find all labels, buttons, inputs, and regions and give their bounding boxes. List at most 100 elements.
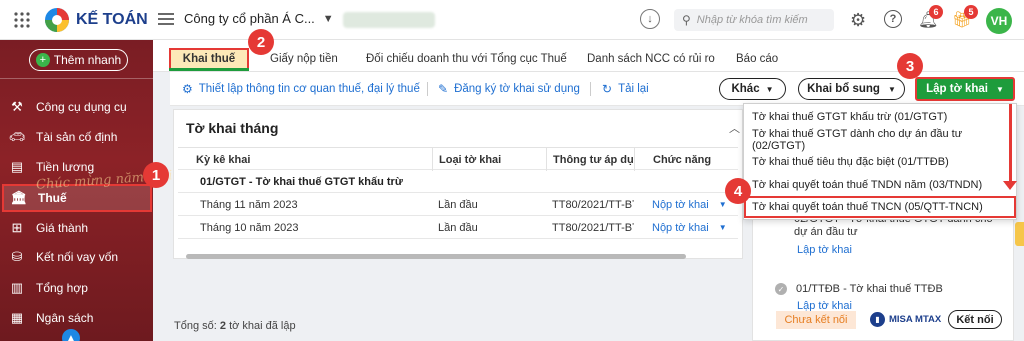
- mtax-logo: ▮ MISA MTAX: [870, 312, 941, 327]
- status-badge: Chưa kết nối: [776, 311, 856, 329]
- misa-logo-icon: [44, 7, 70, 33]
- add-quick-button[interactable]: + Thêm nhanh: [29, 49, 128, 71]
- sidebar-item-tools[interactable]: ⚒ Công cụ dụng cụ: [8, 94, 150, 120]
- app-name: KẾ TOÁN: [76, 11, 148, 28]
- search-box[interactable]: ⚲ Nhập từ khóa tìm kiếm: [674, 9, 834, 31]
- tab-risk-suppliers[interactable]: Danh sách NCC có rủi ro: [587, 48, 715, 70]
- tab-label: Báo cáo: [736, 53, 779, 65]
- sidebar-item-budget[interactable]: ▦ Ngân sách: [8, 305, 150, 331]
- table-row[interactable]: Tháng 10 năm 2023 Lần đầu TT80/2021/TT-B…: [178, 216, 738, 239]
- reload-label: Tải lại: [618, 83, 649, 95]
- row-circular: TT80/2021/TT-BTC: [552, 198, 634, 211]
- tab-active-underline: [169, 68, 249, 71]
- total-suffix: tờ khai đã lập: [229, 320, 296, 332]
- dropdown-item-05-qtt-tncn[interactable]: Tờ khai quyết toán thuế TNCN (05/QTT-TNC…: [744, 196, 1016, 218]
- right-item-2-title: 01/TTĐB - Tờ khai thuế TTĐB: [796, 283, 943, 295]
- side-collapse-handle[interactable]: [1015, 222, 1024, 246]
- check-icon: ✓: [775, 283, 787, 295]
- dropdown-item-01-gtgt[interactable]: Tờ khai thuế GTGT khấu trừ (01/GTGT): [746, 106, 1014, 128]
- submit-declaration-link[interactable]: Nộp tờ khai ▼: [652, 216, 727, 239]
- other-button[interactable]: Khác ▼: [719, 78, 786, 100]
- column-header-period: Kỳ kê khai: [196, 153, 251, 166]
- supplement-button[interactable]: Khai bổ sung ▼: [798, 78, 905, 100]
- scroll-up-icon[interactable]: ▲: [62, 329, 80, 341]
- caret-down-icon: ▼: [995, 84, 1004, 94]
- edit-icon: ✎: [438, 82, 449, 96]
- total-summary: Tổng số: 2 tờ khai đã lập: [174, 320, 296, 332]
- caret-down-icon: ▼: [887, 84, 896, 94]
- panel-title: Tờ khai tháng: [186, 120, 279, 136]
- row-period: Tháng 11 năm 2023: [200, 198, 298, 211]
- dropdown-item-02-gtgt[interactable]: Tờ khai thuế GTGT dành cho dự án đầu tư …: [746, 128, 1014, 152]
- payroll-icon: ▤: [10, 159, 24, 174]
- caret-down-icon: ▼: [765, 84, 774, 94]
- column-header-type: Loại tờ khai: [432, 148, 501, 171]
- submit-declaration-link[interactable]: Nộp tờ khai ▼: [652, 193, 727, 216]
- car-icon: 🚗︎: [8, 129, 26, 144]
- caret-down-icon: ▼: [718, 223, 727, 232]
- sidebar-item-summary[interactable]: ▥ Tổng hợp: [8, 275, 150, 301]
- create-declaration-button[interactable]: Lập tờ khai ▼: [915, 77, 1015, 101]
- dropdown-item-01-ttdb[interactable]: Tờ khai thuế tiêu thụ đặc biệt (01/TTĐB): [746, 151, 1014, 173]
- tab-reports[interactable]: Báo cáo: [736, 48, 778, 70]
- right-item-1-link[interactable]: Lập tờ khai: [797, 244, 852, 256]
- row-period: Tháng 10 năm 2023: [200, 221, 299, 234]
- register-declaration-link[interactable]: ✎ Đăng ký tờ khai sử dụng: [438, 82, 580, 96]
- help-icon[interactable]: ?: [884, 10, 902, 28]
- total-count: 2: [219, 320, 226, 332]
- tools-icon: ⚒: [11, 99, 23, 114]
- row-type: Lần đầu: [438, 198, 478, 211]
- sidebar-item-label: Kết nối vay vốn: [36, 250, 119, 264]
- gift-count: 5: [964, 5, 978, 19]
- notification-count: 6: [929, 5, 943, 19]
- refresh-icon: ↻: [602, 82, 613, 96]
- row-type: Lần đầu: [438, 221, 478, 234]
- step-marker-1: 1: [143, 162, 169, 188]
- column-header-actions: Chức năng: [634, 148, 738, 171]
- collapse-icon[interactable]: ︿: [729, 120, 740, 136]
- apps-grid-icon[interactable]: [14, 12, 30, 28]
- connect-button[interactable]: Kết nối: [948, 310, 1002, 329]
- table-row[interactable]: Tháng 11 năm 2023 Lần đầu TT80/2021/TT-B…: [178, 193, 738, 216]
- summary-icon: ▥: [10, 280, 24, 295]
- sidebar-item-label: Công cụ dụng cụ: [36, 100, 127, 114]
- total-label: Tổng số:: [174, 320, 217, 332]
- tab-label: Giấy nộp tiền: [270, 53, 338, 65]
- sidebar-item-fixed-assets[interactable]: 🚗︎ Tài sản cố định: [8, 124, 150, 150]
- budget-icon: ▦: [10, 310, 24, 325]
- supplement-label: Khai bổ sung: [807, 83, 880, 95]
- create-label: Lập tờ khai: [926, 83, 988, 95]
- setup-tax-authority-link[interactable]: ⚙ Thiết lập thông tin cơ quan thuế, đại …: [182, 82, 420, 96]
- top-bar: KẾ TOÁN Công ty cổ phần Á C... ▼ ↓ ⚲ Nhậ…: [0, 0, 1024, 40]
- gear-icon: ⚙: [182, 82, 193, 96]
- horizontal-scrollbar[interactable]: [186, 254, 686, 259]
- setup-label: Thiết lập thông tin cơ quan thuế, đại lý…: [198, 83, 420, 95]
- reload-link[interactable]: ↻ Tải lại: [602, 82, 649, 96]
- company-selector[interactable]: Công ty cổ phần Á C... ▼: [184, 11, 334, 26]
- plus-icon: +: [35, 53, 50, 67]
- loan-icon: ⛁: [11, 249, 23, 264]
- download-icon[interactable]: ↓: [640, 9, 660, 29]
- menu-icon[interactable]: [158, 12, 174, 26]
- search-placeholder: Nhập từ khóa tìm kiếm: [696, 14, 808, 26]
- add-quick-label: Thêm nhanh: [53, 53, 122, 67]
- arrow-head-icon: [1003, 181, 1017, 190]
- gear-icon[interactable]: ⚙: [850, 10, 866, 31]
- company-name: Công ty cổ phần Á C...: [184, 11, 315, 26]
- action-label: Nộp tờ khai: [652, 221, 709, 234]
- register-label: Đăng ký tờ khai sử dụng: [454, 83, 580, 95]
- dropdown-item-03-tndn[interactable]: Tờ khai quyết toán thuế TNDN năm (03/TND…: [746, 174, 1014, 196]
- sidebar: + Thêm nhanh ⚒ Công cụ dụng cụ 🚗︎ Tài sản …: [0, 40, 173, 341]
- tab-payment-slip[interactable]: Giấy nộp tiền: [270, 48, 338, 70]
- other-label: Khác: [731, 83, 760, 95]
- sidebar-item-cost[interactable]: ⊞ Giá thành: [8, 215, 150, 241]
- tab-tax-declaration[interactable]: Khai thuế: [169, 48, 249, 70]
- sidebar-divider: [0, 78, 153, 79]
- sidebar-item-label: Thuế: [38, 191, 67, 205]
- avatar[interactable]: VH: [986, 8, 1012, 34]
- tab-revenue-reconcile[interactable]: Đối chiếu doanh thu với Tổng cục Thuế: [366, 48, 567, 70]
- search-icon: ⚲: [682, 13, 691, 27]
- sidebar-item-loan[interactable]: ⛁ Kết nối vay vốn: [8, 244, 150, 270]
- step-marker-4: 4: [725, 178, 751, 204]
- guide-arrow: [1009, 104, 1012, 184]
